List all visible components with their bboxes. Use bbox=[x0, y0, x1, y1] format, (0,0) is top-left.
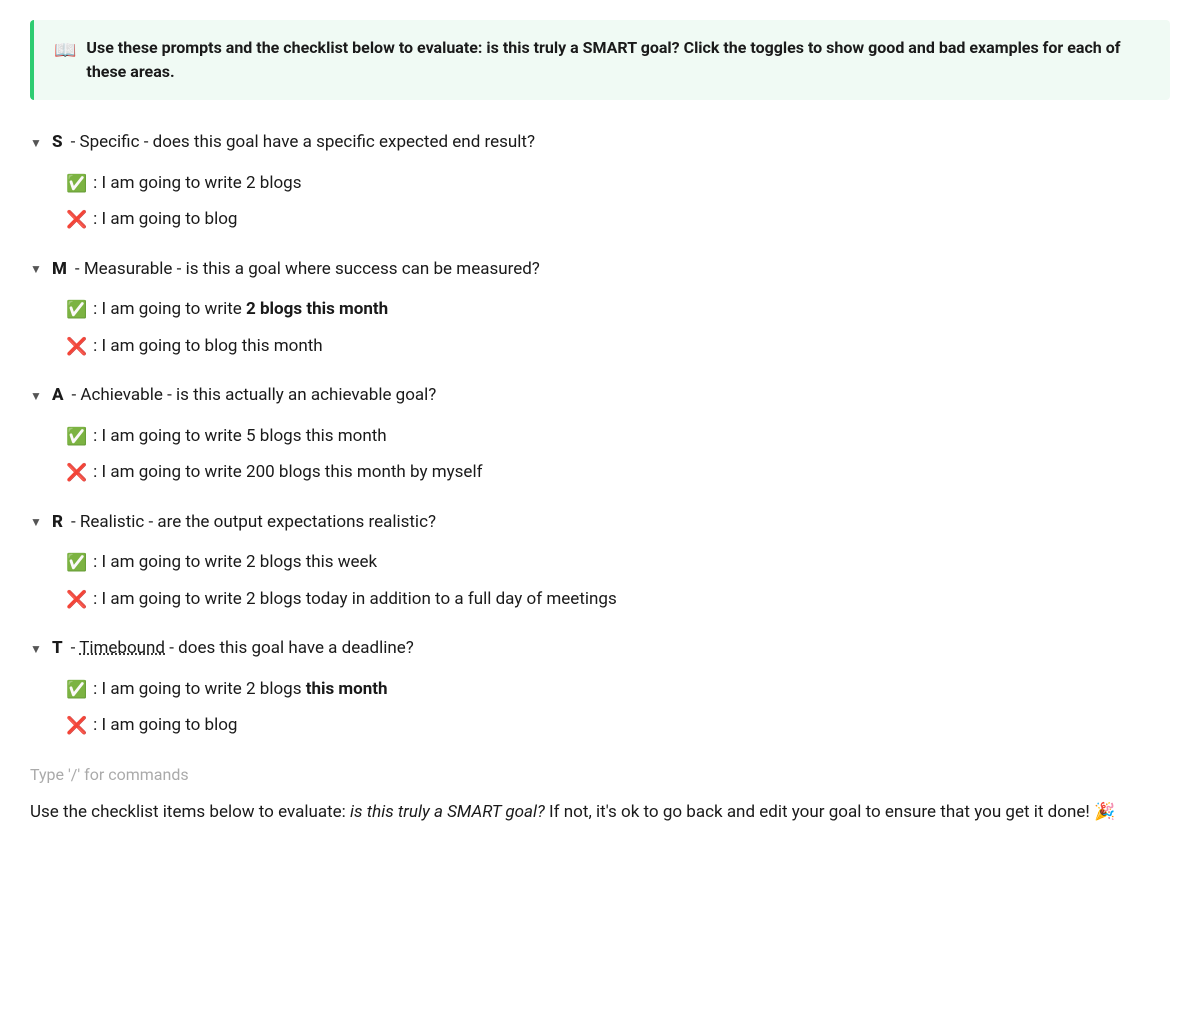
x-icon: ❌ bbox=[66, 335, 87, 361]
checkmark-icon: ✅ bbox=[66, 551, 87, 577]
examples-R: ✅: I am going to write 2 blogs this week… bbox=[30, 545, 1170, 618]
x-icon: ❌ bbox=[66, 588, 87, 614]
section-letter-R: R bbox=[52, 510, 63, 536]
section-letter-M: M bbox=[52, 257, 67, 283]
footer-before: Use the checklist items below to evaluat… bbox=[30, 802, 350, 822]
x-icon: ❌ bbox=[66, 714, 87, 740]
checkmark-icon: ✅ bbox=[66, 172, 87, 198]
section-label-T: - Timebound - does this goal have a dead… bbox=[71, 636, 414, 662]
example-item-R-1: ❌: I am going to write 2 blogs today in … bbox=[66, 582, 1170, 619]
section-A: ▼ A - Achievable - is this actually an ach… bbox=[30, 377, 1170, 492]
example-item-M-0: ✅: I am going to write 2 blogs this mont… bbox=[66, 292, 1170, 329]
section-R: ▼ R - Realistic - are the output expectati… bbox=[30, 504, 1170, 619]
section-S: ▼ S - Specific - does this goal have a spe… bbox=[30, 124, 1170, 239]
section-label-M: - Measurable - is this a goal where succ… bbox=[75, 257, 540, 283]
section-letter-S: S bbox=[52, 130, 63, 156]
section-letter-A: A bbox=[52, 383, 64, 409]
command-hint: Type '/' for commands bbox=[30, 763, 1170, 787]
chevron-icon-A[interactable]: ▼ bbox=[30, 387, 44, 405]
chevron-icon-R[interactable]: ▼ bbox=[30, 513, 44, 531]
example-text-A-0: : I am going to write 5 blogs this month bbox=[93, 424, 387, 450]
x-icon: ❌ bbox=[66, 461, 87, 487]
example-item-M-1: ❌: I am going to blog this month bbox=[66, 329, 1170, 366]
example-text-T-1: : I am going to blog bbox=[93, 713, 237, 739]
section-label-S: - Specific - does this goal have a speci… bbox=[71, 130, 535, 156]
callout-box: 📖 Use these prompts and the checklist be… bbox=[30, 20, 1170, 100]
timebound-text: Timebound bbox=[79, 638, 165, 658]
checkmark-icon: ✅ bbox=[66, 425, 87, 451]
footer-text: Use the checklist items below to evaluat… bbox=[30, 799, 1170, 826]
section-label-A: - Achievable - is this actually an achie… bbox=[72, 383, 437, 409]
example-text-S-0: : I am going to write 2 blogs bbox=[93, 171, 301, 197]
example-text-R-0: : I am going to write 2 blogs this week bbox=[93, 550, 377, 576]
callout-text: Use these prompts and the checklist belo… bbox=[86, 36, 1150, 84]
section-header-S[interactable]: ▼ S - Specific - does this goal have a spe… bbox=[30, 124, 1170, 162]
example-text-M-0: : I am going to write 2 blogs this month bbox=[93, 297, 388, 323]
section-letter-T: T bbox=[52, 636, 63, 662]
chevron-icon-T[interactable]: ▼ bbox=[30, 640, 44, 658]
section-M: ▼ M - Measurable - is this a goal where su… bbox=[30, 251, 1170, 366]
example-item-A-0: ✅: I am going to write 5 blogs this mont… bbox=[66, 419, 1170, 456]
example-item-S-1: ❌: I am going to blog bbox=[66, 202, 1170, 239]
smart-sections-container: ▼ S - Specific - does this goal have a spe… bbox=[30, 124, 1170, 745]
checkmark-icon: ✅ bbox=[66, 298, 87, 324]
examples-A: ✅: I am going to write 5 blogs this mont… bbox=[30, 419, 1170, 492]
example-text-A-1: : I am going to write 200 blogs this mon… bbox=[93, 460, 482, 486]
footer-italic: is this truly a SMART goal? bbox=[350, 802, 545, 822]
example-item-S-0: ✅: I am going to write 2 blogs bbox=[66, 166, 1170, 203]
chevron-icon-M[interactable]: ▼ bbox=[30, 260, 44, 278]
example-item-T-1: ❌: I am going to blog bbox=[66, 708, 1170, 745]
footer-after: If not, it's ok to go back and edit your… bbox=[545, 802, 1115, 822]
example-text-M-1: : I am going to blog this month bbox=[93, 334, 322, 360]
example-item-R-0: ✅: I am going to write 2 blogs this week bbox=[66, 545, 1170, 582]
callout-icon: 📖 bbox=[54, 37, 76, 64]
bold-text: this month bbox=[306, 679, 388, 699]
checkmark-icon: ✅ bbox=[66, 678, 87, 704]
examples-M: ✅: I am going to write 2 blogs this mont… bbox=[30, 292, 1170, 365]
section-header-R[interactable]: ▼ R - Realistic - are the output expectati… bbox=[30, 504, 1170, 542]
bold-text: 2 blogs this month bbox=[246, 299, 388, 319]
example-item-T-0: ✅: I am going to write 2 blogs this mont… bbox=[66, 672, 1170, 709]
section-label-R: - Realistic - are the output expectation… bbox=[71, 510, 436, 536]
section-T: ▼ T - Timebound - does this goal have a de… bbox=[30, 630, 1170, 745]
section-header-M[interactable]: ▼ M - Measurable - is this a goal where su… bbox=[30, 251, 1170, 289]
examples-S: ✅: I am going to write 2 blogs❌: I am go… bbox=[30, 166, 1170, 239]
x-icon: ❌ bbox=[66, 208, 87, 234]
chevron-icon-S[interactable]: ▼ bbox=[30, 134, 44, 152]
examples-T: ✅: I am going to write 2 blogs this mont… bbox=[30, 672, 1170, 745]
section-header-T[interactable]: ▼ T - Timebound - does this goal have a de… bbox=[30, 630, 1170, 668]
example-item-A-1: ❌: I am going to write 200 blogs this mo… bbox=[66, 455, 1170, 492]
example-text-T-0: : I am going to write 2 blogs this month bbox=[93, 677, 387, 703]
example-text-S-1: : I am going to blog bbox=[93, 207, 237, 233]
example-text-R-1: : I am going to write 2 blogs today in a… bbox=[93, 587, 617, 613]
section-header-A[interactable]: ▼ A - Achievable - is this actually an ach… bbox=[30, 377, 1170, 415]
